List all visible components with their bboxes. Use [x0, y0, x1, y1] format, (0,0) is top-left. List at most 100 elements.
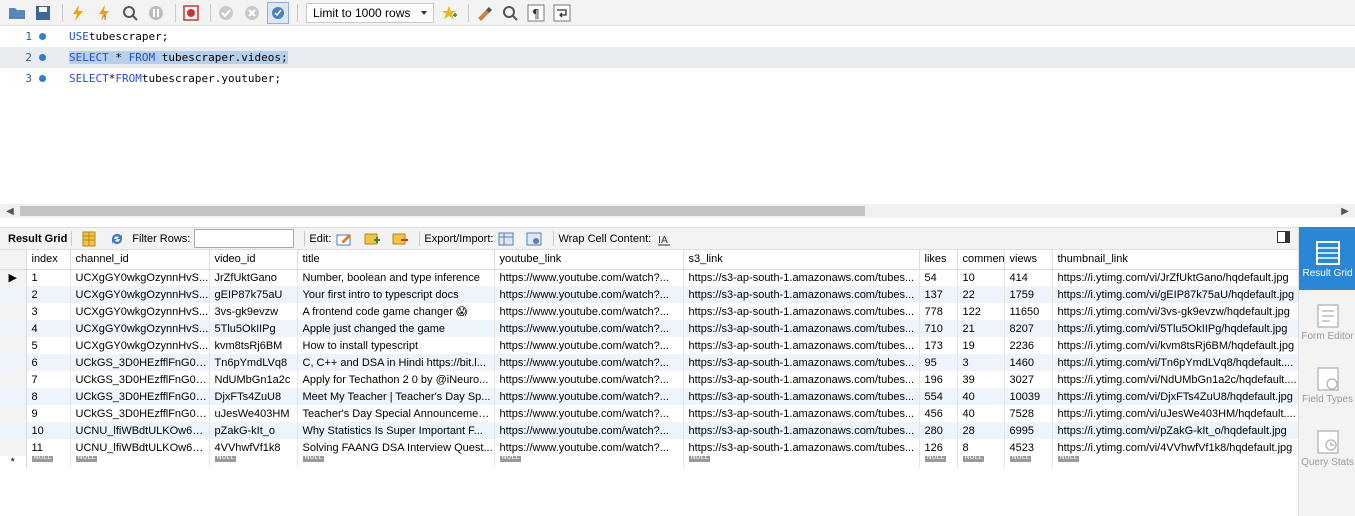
table-cell[interactable]: uJesWe403HM	[209, 405, 298, 422]
refresh-icon[interactable]	[109, 231, 127, 247]
autocommit-icon[interactable]	[267, 1, 289, 24]
table-cell[interactable]: NULL	[26, 456, 71, 468]
open-folder-icon[interactable]	[6, 2, 28, 24]
table-cell[interactable]: 3027	[1004, 371, 1053, 388]
table-cell[interactable]: NULL	[209, 456, 298, 468]
edit-row-icon[interactable]	[336, 231, 354, 247]
limit-rows-select[interactable]: Limit to 1000 rows	[306, 2, 434, 23]
table-row[interactable]: ▶ 1 UCXgGY0wkgOzynnHvS... JrZfUktGano Number…	[0, 269, 1298, 286]
table-cell[interactable]: Apply for Techathon 2 0 by @iNeuro...	[297, 371, 495, 388]
table-cell[interactable]: https://www.youtube.com/watch?...	[494, 422, 684, 439]
table-cell[interactable]: UCXgGY0wkgOzynnHvS...	[70, 337, 210, 354]
table-cell[interactable]: DjxFTs4ZuU8	[209, 388, 298, 405]
table-cell[interactable]: 1	[26, 269, 71, 286]
column-header[interactable]: channel_id	[70, 250, 210, 270]
beautify-icon[interactable]	[473, 2, 495, 24]
table-cell[interactable]: UCNU_lfiWBdtULKOw6X...	[70, 422, 210, 439]
table-row[interactable]: 2 UCXgGY0wkgOzynnHvS... gEIP87k75aU Your fi…	[0, 286, 1298, 303]
wrap-cell-icon[interactable]: IA	[656, 231, 674, 247]
table-cell[interactable]: https://www.youtube.com/watch?...	[494, 354, 684, 371]
row-header[interactable]	[0, 388, 27, 405]
table-cell[interactable]: Your first intro to typescript docs	[297, 286, 495, 303]
table-cell[interactable]: UCNU_lfiWBdtULKOw6X...	[70, 439, 210, 456]
sql-editor[interactable]: 1 USE tubescraper; 2 SELECT * FROM tubes…	[0, 26, 1355, 204]
invisible-chars-icon[interactable]: ¶	[525, 2, 547, 24]
table-row[interactable]: 4 UCXgGY0wkgOzynnHvS... 5Tlu5OkIIPg Apple j…	[0, 320, 1298, 337]
table-cell[interactable]: NULL	[1052, 456, 1298, 468]
result-grid-tab[interactable]: Result Grid	[1299, 227, 1355, 290]
table-row[interactable]: 10 UCNU_lfiWBdtULKOw6X... pZakG-kIt_o Why S…	[0, 422, 1298, 439]
execute-current-icon[interactable]: I	[93, 2, 115, 24]
table-cell[interactable]: 8	[26, 388, 71, 405]
column-header[interactable]: likes	[919, 250, 958, 270]
column-header[interactable]: video_id	[209, 250, 298, 270]
row-header[interactable]	[0, 303, 27, 320]
table-cell[interactable]: https://i.ytimg.com/vi/DjxFTs4ZuU8/hqdef…	[1052, 388, 1298, 405]
column-header[interactable]: views	[1004, 250, 1053, 270]
table-cell[interactable]: https://www.youtube.com/watch?...	[494, 337, 684, 354]
table-cell[interactable]: Meet My Teacher | Teacher's Day Sp...	[297, 388, 495, 405]
table-cell[interactable]: NULL	[494, 456, 684, 468]
column-header[interactable]: youtube_link	[494, 250, 684, 270]
import-icon[interactable]	[526, 231, 544, 247]
table-cell[interactable]: 3	[957, 354, 1005, 371]
table-cell[interactable]: 5Tlu5OkIIPg	[209, 320, 298, 337]
table-cell[interactable]: 1460	[1004, 354, 1053, 371]
table-cell[interactable]: 1759	[1004, 286, 1053, 303]
table-cell[interactable]: JrZfUktGano	[209, 269, 298, 286]
column-header[interactable]: commen	[957, 250, 1005, 270]
table-cell[interactable]: https://i.ytimg.com/vi/uJesWe403HM/hqdef…	[1052, 405, 1298, 422]
column-header[interactable]: index	[26, 250, 71, 270]
table-cell[interactable]: https://s3-ap-south-1.amazonaws.com/tube…	[683, 371, 920, 388]
grid-view-icon[interactable]	[81, 231, 99, 247]
table-cell[interactable]: https://i.ytimg.com/vi/4VVhwfVf1k8/hqdef…	[1052, 439, 1298, 456]
filter-rows-input[interactable]	[194, 229, 295, 248]
table-cell[interactable]: 3vs-gk9evzw	[209, 303, 298, 320]
export-icon[interactable]	[498, 231, 516, 247]
table-cell[interactable]: pZakG-kIt_o	[209, 422, 298, 439]
table-cell[interactable]: https://www.youtube.com/watch?...	[494, 388, 684, 405]
new-row[interactable]: * NULL NULL NULL NULL NULL NULL NULL NULL NULL NUL…	[0, 456, 1298, 468]
table-cell[interactable]: NULL	[919, 456, 958, 468]
table-cell[interactable]: 7528	[1004, 405, 1053, 422]
table-cell[interactable]: UCkGS_3D0HEzfflFnG0b...	[70, 371, 210, 388]
table-cell[interactable]: https://www.youtube.com/watch?...	[494, 269, 684, 286]
scroll-left-icon[interactable]: ◀	[0, 206, 20, 217]
table-cell[interactable]: Solving FAANG DSA Interview Quest...	[297, 439, 495, 456]
row-header[interactable]	[0, 354, 27, 371]
table-cell[interactable]: 5	[26, 337, 71, 354]
rollback-icon[interactable]	[241, 2, 263, 24]
table-cell[interactable]: 173	[919, 337, 958, 354]
toggle-error-icon[interactable]	[180, 2, 202, 24]
table-cell[interactable]: https://s3-ap-south-1.amazonaws.com/tube…	[683, 286, 920, 303]
table-cell[interactable]: https://i.ytimg.com/vi/Tn6pYmdLVq8/hqdef…	[1052, 354, 1298, 371]
table-cell[interactable]: 54	[919, 269, 958, 286]
table-cell[interactable]: UCkGS_3D0HEzfflFnG0b...	[70, 405, 210, 422]
column-header[interactable]: thumbnail_link	[1052, 250, 1298, 270]
row-header[interactable]	[0, 422, 27, 439]
table-cell[interactable]: 10	[957, 269, 1005, 286]
row-header[interactable]	[0, 286, 27, 303]
table-cell[interactable]: Tn6pYmdLVq8	[209, 354, 298, 371]
table-row[interactable]: 8 UCkGS_3D0HEzfflFnG0b... DjxFTs4ZuU8 Meet …	[0, 388, 1298, 405]
table-cell[interactable]: UCXgGY0wkgOzynnHvS...	[70, 320, 210, 337]
table-cell[interactable]: 40	[957, 388, 1005, 405]
add-snippet-icon[interactable]	[438, 2, 460, 24]
delete-row-icon[interactable]	[392, 231, 410, 247]
table-cell[interactable]: https://www.youtube.com/watch?...	[494, 286, 684, 303]
table-cell[interactable]: 710	[919, 320, 958, 337]
table-cell[interactable]: https://i.ytimg.com/vi/NdUMbGn1a2c/hqdef…	[1052, 371, 1298, 388]
table-cell[interactable]: C, C++ and DSA in Hindi https://bit.l...	[297, 354, 495, 371]
table-cell[interactable]: https://i.ytimg.com/vi/pZakG-kIt_o/hqdef…	[1052, 422, 1298, 439]
result-grid[interactable]: index channel_id video_id title youtube_…	[0, 250, 1298, 516]
table-cell[interactable]: NULL	[70, 456, 210, 468]
table-cell[interactable]: https://www.youtube.com/watch?...	[494, 439, 684, 456]
table-cell[interactable]: Apple just changed the game	[297, 320, 495, 337]
table-row[interactable]: 6 UCkGS_3D0HEzfflFnG0b... Tn6pYmdLVq8 C, C+…	[0, 354, 1298, 371]
table-cell[interactable]: UCXgGY0wkgOzynnHvS...	[70, 269, 210, 286]
table-cell[interactable]: https://s3-ap-south-1.amazonaws.com/tube…	[683, 337, 920, 354]
table-cell[interactable]: A frontend code game changer 😱	[297, 303, 495, 320]
table-cell[interactable]: 8207	[1004, 320, 1053, 337]
query-stats-tab[interactable]: Query Stats	[1299, 416, 1355, 479]
column-header[interactable]: s3_link	[683, 250, 920, 270]
